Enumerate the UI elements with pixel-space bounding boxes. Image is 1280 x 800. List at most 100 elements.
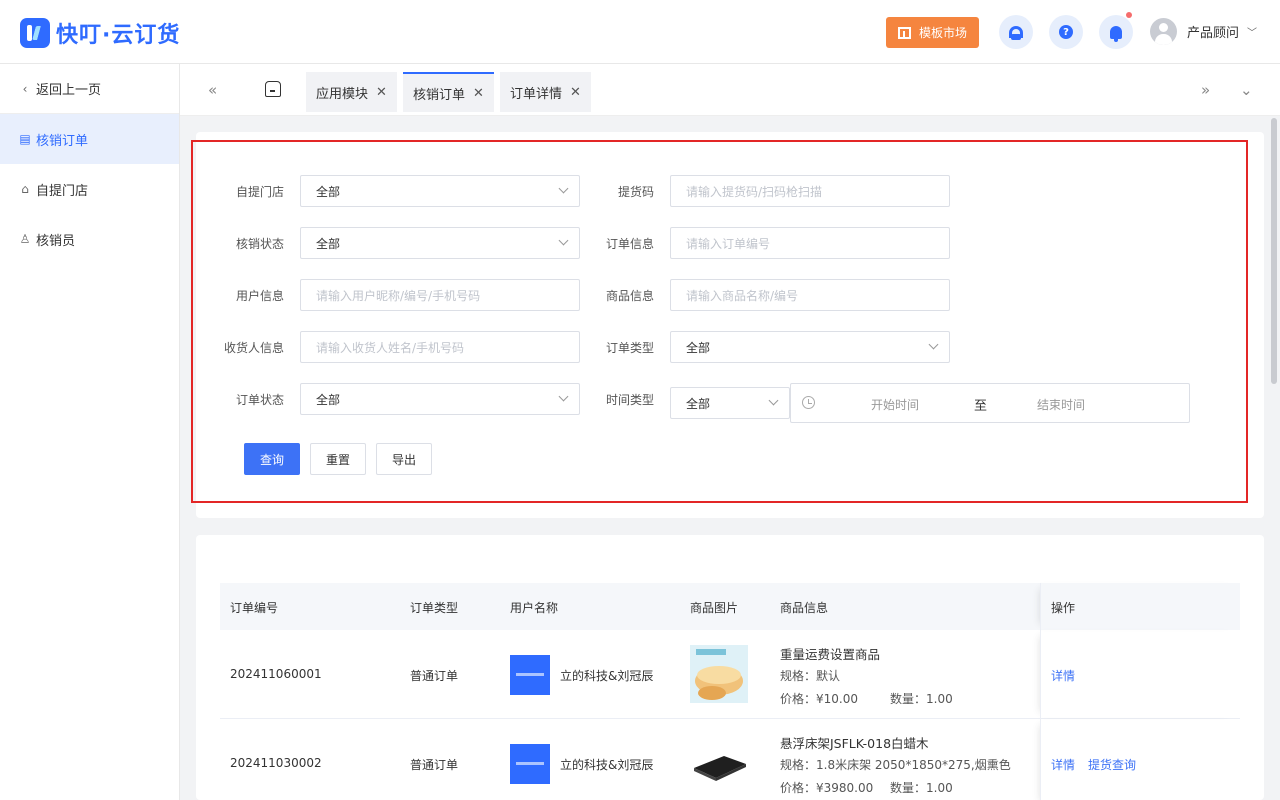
goods-name: 悬浮床架JSFLK-018白蜡木 bbox=[780, 736, 929, 751]
order-number: 202411030002 bbox=[230, 756, 322, 770]
chevron-down-icon bbox=[558, 391, 569, 402]
store-label: 自提门店 bbox=[235, 185, 284, 199]
order-status-select[interactable]: 全部 bbox=[300, 383, 580, 415]
detail-link[interactable]: 详情 bbox=[1051, 667, 1075, 684]
tabs-scroll-right-icon[interactable]: » bbox=[1201, 81, 1210, 99]
user-thumbnail bbox=[510, 655, 550, 695]
reset-button[interactable]: 重置 bbox=[310, 443, 366, 475]
goods-info-input[interactable]: 请输入商品名称/编号 bbox=[670, 279, 950, 311]
column-header: 用户名称 bbox=[510, 601, 559, 615]
receiver-info-label: 收货人信息 bbox=[223, 341, 284, 355]
row-actions: 详情 bbox=[1040, 630, 1240, 718]
goods-price: 价格：¥10.00 bbox=[780, 692, 858, 706]
column-header: 操作 bbox=[1051, 601, 1076, 615]
bell-icon bbox=[1110, 25, 1122, 42]
chevron-down-icon bbox=[558, 235, 569, 246]
goods-quantity: 数量：1.00 bbox=[890, 692, 953, 706]
export-button[interactable]: 导出 bbox=[376, 443, 432, 475]
tab-verify-orders[interactable]: 核销订单 ✕ bbox=[403, 72, 494, 112]
help-button[interactable]: ? bbox=[1049, 15, 1083, 49]
tab-label: 应用模块 bbox=[316, 86, 369, 102]
sidebar-item-pickup-stores[interactable]: ⌂ 自提门店 bbox=[0, 164, 179, 214]
chevron-down-icon bbox=[768, 395, 779, 406]
goods-price: 价格：¥3980.00 bbox=[780, 781, 874, 795]
order-info-input[interactable]: 请输入订单编号 bbox=[670, 227, 950, 259]
user-name: 产品顾问 bbox=[1187, 26, 1240, 41]
back-button[interactable]: ‹ 返回上一页 bbox=[0, 64, 179, 114]
actions-column-header: 操作 bbox=[1040, 583, 1240, 630]
home-icon[interactable] bbox=[265, 81, 281, 97]
tabs-scroll-left-icon[interactable]: « bbox=[208, 81, 217, 99]
verify-status-label: 核销状态 bbox=[235, 237, 284, 251]
column-header: 订单编号 bbox=[230, 601, 279, 615]
table-row: 202411060001 普通订单 立的科技&刘冠辰 重量运费设置商品 规格：默… bbox=[220, 630, 1240, 719]
order-icon: ▤ bbox=[19, 132, 31, 146]
verify-status-value: 全部 bbox=[316, 236, 341, 251]
sidebar-item-label: 自提门店 bbox=[36, 183, 89, 199]
tab-label: 核销订单 bbox=[413, 87, 466, 103]
chevron-down-icon bbox=[558, 183, 569, 194]
verify-status-select[interactable]: 全部 bbox=[300, 227, 580, 259]
close-icon[interactable]: ✕ bbox=[570, 85, 581, 100]
query-button[interactable]: 查询 bbox=[244, 443, 300, 475]
tab-label: 订单详情 bbox=[510, 86, 563, 102]
template-market-label: 模板市场 bbox=[918, 26, 967, 40]
pickup-code-input[interactable]: 请输入提货码/扫码枪扫描 bbox=[670, 175, 950, 207]
user-info-label: 用户信息 bbox=[235, 289, 284, 303]
pickup-code-label: 提货码 bbox=[617, 185, 654, 199]
page-scrollbar[interactable] bbox=[1271, 118, 1277, 384]
table-row: 202411030002 普通订单 立的科技&刘冠辰 悬浮床架JSFLK-018… bbox=[220, 719, 1240, 800]
avatar bbox=[1150, 18, 1177, 45]
pickup-query-link[interactable]: 提货查询 bbox=[1088, 756, 1136, 773]
brand-logo[interactable]: 快叮·云订货 bbox=[20, 17, 180, 49]
row-actions: 详情 提货查询 bbox=[1040, 719, 1240, 800]
end-time-input[interactable]: 结束时间 bbox=[1037, 396, 1085, 413]
goods-spec: 规格：默认 bbox=[780, 669, 841, 683]
detail-link[interactable]: 详情 bbox=[1051, 756, 1075, 773]
order-type-select[interactable]: 全部 bbox=[670, 331, 950, 363]
order-type-label: 订单类型 bbox=[605, 341, 654, 355]
notification-button[interactable] bbox=[1099, 12, 1133, 49]
user-menu[interactable]: 产品顾问 ﹀ bbox=[1150, 18, 1257, 45]
store-select[interactable]: 全部 bbox=[300, 175, 580, 207]
order-type: 普通订单 bbox=[410, 758, 459, 772]
brand-name: 快叮·云订货 bbox=[56, 23, 181, 48]
close-icon[interactable]: ✕ bbox=[376, 85, 387, 100]
notification-dot bbox=[1126, 12, 1132, 18]
tabs-bar: « 应用模块 ✕ 核销订单 ✕ 订单详情 ✕ » ⌄ bbox=[180, 64, 1280, 116]
goods-info-label: 商品信息 bbox=[605, 289, 654, 303]
start-time-input[interactable]: 开始时间 bbox=[871, 396, 919, 413]
column-header: 商品图片 bbox=[690, 601, 739, 615]
column-header: 订单类型 bbox=[410, 601, 459, 615]
receiver-info-input[interactable]: 请输入收货人姓名/手机号码 bbox=[300, 331, 580, 363]
close-icon[interactable]: ✕ bbox=[473, 86, 484, 101]
order-type: 普通订单 bbox=[410, 669, 459, 683]
goods-name: 重量运费设置商品 bbox=[780, 647, 881, 662]
goods-spec: 规格：1.8米床架 2050*1850*275,烟熏色 bbox=[780, 758, 1011, 772]
column-header: 商品信息 bbox=[780, 601, 829, 615]
clock-icon bbox=[802, 396, 815, 409]
chevron-down-icon bbox=[928, 339, 939, 350]
sidebar-item-label: 核销员 bbox=[36, 233, 76, 249]
sidebar-item-verify-orders[interactable]: ▤ 核销订单 bbox=[0, 114, 179, 164]
question-icon: ? bbox=[1059, 25, 1073, 39]
order-status-label: 订单状态 bbox=[235, 393, 284, 407]
time-type-label: 时间类型 bbox=[605, 393, 654, 407]
time-type-value: 全部 bbox=[686, 396, 711, 411]
order-status-value: 全部 bbox=[316, 392, 341, 407]
sidebar-item-label: 核销订单 bbox=[36, 133, 89, 149]
template-icon bbox=[897, 26, 911, 39]
time-type-select[interactable]: 全部 bbox=[670, 387, 790, 419]
tab-order-detail[interactable]: 订单详情 ✕ bbox=[500, 72, 591, 112]
back-label: 返回上一页 bbox=[36, 83, 102, 98]
date-range-picker[interactable]: 开始时间 至 结束时间 bbox=[790, 383, 1190, 423]
tab-app-modules[interactable]: 应用模块 ✕ bbox=[306, 72, 397, 112]
goods-quantity: 数量：1.00 bbox=[890, 781, 953, 795]
range-separator: 至 bbox=[974, 399, 988, 414]
headset-icon bbox=[1009, 26, 1023, 40]
customer-service-button[interactable] bbox=[999, 15, 1033, 49]
tabs-menu-chevron-icon[interactable]: ⌄ bbox=[1240, 81, 1253, 99]
user-info-input[interactable]: 请输入用户昵称/编号/手机号码 bbox=[300, 279, 580, 311]
template-market-button[interactable]: 模板市场 bbox=[886, 17, 979, 48]
sidebar-item-verifiers[interactable]: ♙ 核销员 bbox=[0, 214, 179, 264]
